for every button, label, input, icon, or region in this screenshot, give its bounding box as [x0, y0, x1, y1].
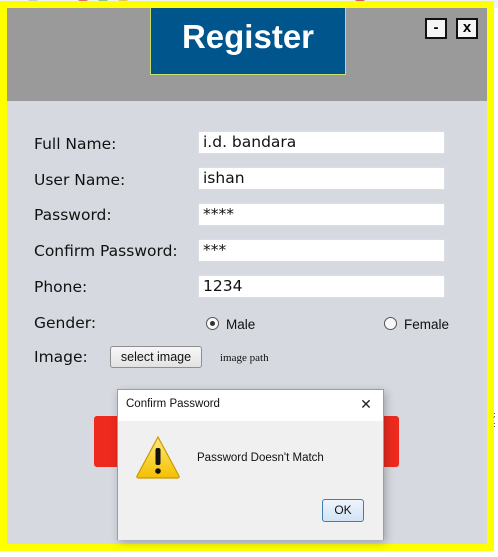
- window-header: Register - x: [7, 8, 487, 101]
- ok-button[interactable]: OK: [322, 499, 364, 522]
- user-name-label: User Name:: [34, 171, 126, 189]
- user-name-field[interactable]: ishan: [198, 167, 445, 190]
- confirm-password-label: Confirm Password:: [34, 242, 178, 260]
- full-name-label: Full Name:: [34, 135, 117, 153]
- gender-male-radio[interactable]: [206, 317, 219, 330]
- window-title: Register: [181, 18, 315, 55]
- gender-female-radio[interactable]: [384, 317, 397, 330]
- background-marks: ;:: [493, 410, 496, 429]
- dialog-title: Confirm Password: [126, 398, 220, 410]
- select-image-button[interactable]: select image: [110, 346, 202, 368]
- phone-label: Phone:: [34, 278, 88, 296]
- password-label: Password:: [34, 206, 112, 224]
- phone-field[interactable]: 1234: [198, 275, 445, 298]
- dialog-message: Password Doesn't Match: [197, 452, 324, 464]
- confirm-password-field[interactable]: ***: [198, 239, 445, 262]
- dialog-body: Password Doesn't Match OK: [118, 421, 383, 540]
- full-name-field[interactable]: i.d. bandara: [198, 131, 445, 154]
- close-button[interactable]: x: [456, 18, 478, 39]
- password-field[interactable]: ****: [198, 203, 445, 226]
- dialog-close-icon[interactable]: ✕: [356, 395, 376, 415]
- gender-female-label[interactable]: Female: [404, 317, 449, 332]
- confirm-password-dialog: Confirm Password ✕ Password Doesn't Matc…: [117, 389, 384, 540]
- minimize-button[interactable]: -: [425, 18, 447, 39]
- gender-male-label[interactable]: Male: [226, 317, 255, 332]
- title-banner: Register: [150, 8, 346, 75]
- dialog-title-bar: Confirm Password ✕: [118, 390, 383, 421]
- gender-label: Gender:: [34, 314, 97, 332]
- warning-icon: [136, 435, 180, 479]
- image-path-text: image path: [220, 352, 269, 364]
- image-label: Image:: [34, 348, 88, 366]
